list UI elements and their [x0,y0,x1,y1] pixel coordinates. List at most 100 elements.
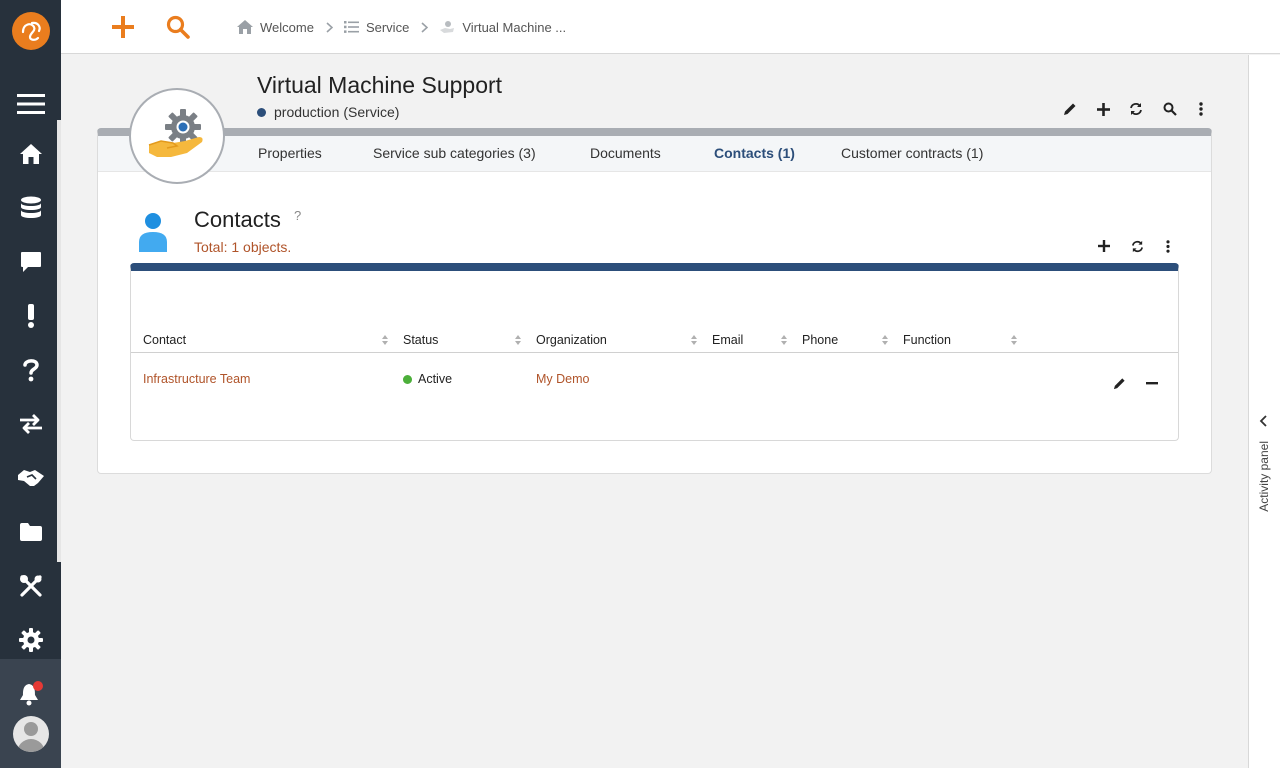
column-header-phone[interactable]: Phone [802,333,838,347]
kebab-icon [1199,102,1203,116]
sort-icon[interactable] [381,334,389,346]
plus-icon [1096,102,1110,116]
plus-icon [112,16,134,38]
sort-icon[interactable] [780,334,788,346]
avatar-body [17,739,45,752]
table-header-divider [131,352,1178,353]
sidebar-item-service-management[interactable] [0,458,61,498]
avatar-head [24,722,38,736]
breadcrumb-label: Service [365,19,410,35]
home-icon [237,20,253,34]
edit-button[interactable] [1059,98,1081,120]
exchange-icon [19,414,42,434]
chevron-right-icon [421,21,429,33]
column-header-function[interactable]: Function [903,333,951,347]
remove-row-button[interactable] [1142,373,1162,393]
menu-toggle[interactable] [0,84,61,124]
breadcrumb: Welcome Service Virtual Machine ... [237,17,566,37]
status-dot [257,107,266,117]
list-icon [343,21,359,33]
kebab-icon [1166,239,1170,253]
hamburger-icon [16,94,45,114]
tab-service-sub-categories[interactable]: Service sub categories (3) [373,145,536,161]
breadcrumb-item-service[interactable]: Service [343,19,410,35]
sidebar-item-helpdesk[interactable] [0,350,61,390]
chat-icon [20,252,41,272]
home-icon [19,144,42,164]
contacts-title: Contacts [194,207,281,232]
status-active-dot [403,375,412,384]
sort-icon[interactable] [1010,334,1018,346]
chevron-left-icon[interactable] [1259,415,1268,427]
column-header-contact[interactable]: Contact [143,333,186,347]
service-icon [148,109,203,157]
sidebar-item-configuration[interactable] [0,188,61,228]
sidebar-item-documents[interactable] [0,512,61,552]
status-label: production [274,104,340,120]
user-avatar[interactable] [13,716,49,752]
breadcrumb-item-welcome[interactable]: Welcome [237,20,314,35]
sort-icon[interactable] [514,334,522,346]
refresh-contacts-button[interactable] [1127,236,1147,256]
search-icon [166,15,190,39]
gear-icon [18,628,43,652]
search-button[interactable] [1159,98,1181,120]
column-header-organization[interactable]: Organization [536,333,607,347]
contact-icon [137,212,169,257]
breadcrumb-item-current[interactable]: Virtual Machine ... [439,20,566,35]
add-contact-button[interactable] [1094,236,1114,256]
column-header-email[interactable]: Email [712,333,743,347]
notifications-button[interactable] [0,674,61,714]
search-icon [1163,102,1177,116]
tab-contacts[interactable]: Contacts (1) [714,145,795,161]
sidebar-item-settings[interactable] [0,620,61,660]
breadcrumb-label: Virtual Machine ... [462,19,567,35]
sidebar-item-home[interactable] [0,134,61,174]
pencil-icon [1064,103,1076,115]
sort-icon[interactable] [881,334,889,346]
contacts-total: Total: 1 objects. [194,239,292,255]
tab-customer-contracts[interactable]: Customer contracts (1) [841,145,983,161]
more-actions-button[interactable] [1190,98,1212,120]
contact-link[interactable]: Infrastructure Team [143,372,250,386]
sidebar-item-changes[interactable] [0,404,61,444]
contacts-more-button[interactable] [1158,236,1178,256]
object-status: production (Service) [257,104,399,120]
app-logo[interactable] [12,12,50,50]
organization-link[interactable]: My Demo [536,372,589,386]
top-bar: Welcome Service Virtual Machine ... [61,0,1280,54]
edit-row-button[interactable] [1109,373,1129,393]
folder-icon [19,523,42,541]
minus-icon [1146,381,1158,384]
breadcrumb-label: Welcome [260,19,314,35]
class-label: (Service) [343,104,400,120]
bell-icon [19,681,43,706]
sidebar [0,0,61,768]
column-header-status[interactable]: Status [403,333,438,347]
tab-documents[interactable]: Documents [590,145,661,161]
tools-icon [19,575,42,597]
sort-icon[interactable] [690,334,698,346]
activity-panel[interactable]: Activity panel [1248,55,1280,768]
new-button[interactable] [1092,98,1114,120]
tab-bar: Properties Service sub categories (3) Do… [98,136,1211,172]
sidebar-item-requests[interactable] [0,242,61,282]
handshake-icon [17,470,44,486]
object-icon [129,88,225,184]
sidebar-item-incidents[interactable] [0,296,61,336]
exclamation-icon [27,304,34,328]
logo-icon [21,21,41,41]
database-icon [20,196,41,218]
new-object-button[interactable] [108,12,138,42]
sidebar-item-admin-tools[interactable] [0,566,61,606]
plus-icon [1098,240,1110,252]
help-icon[interactable]: ? [294,208,301,223]
refresh-button[interactable] [1125,98,1147,120]
chevron-right-icon [326,21,333,33]
global-search-button[interactable] [163,12,193,42]
status-cell: Active [403,372,452,386]
activity-panel-label: Activity panel [1257,441,1271,512]
tab-properties[interactable]: Properties [258,145,322,161]
status-text: Active [418,372,453,386]
pencil-icon [1113,377,1125,389]
